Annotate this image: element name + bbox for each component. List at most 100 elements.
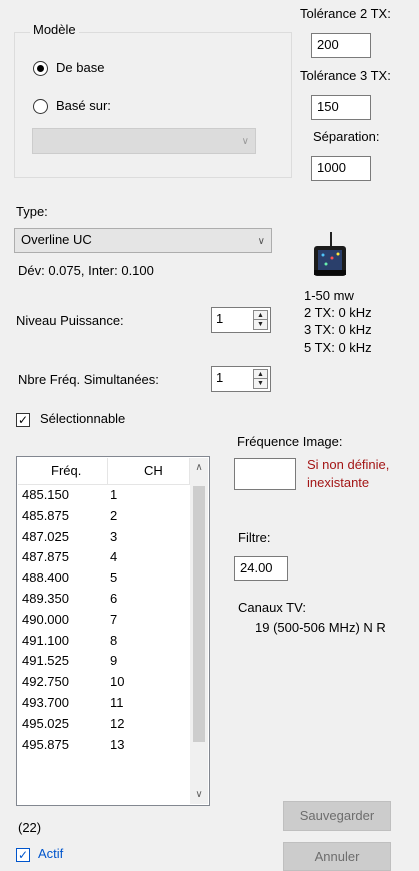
table-row[interactable]: 491.100 8	[17, 631, 189, 652]
spin-buttons[interactable]: ▲ ▼	[253, 369, 268, 389]
list-scrollbar[interactable]: ∧ ∨	[190, 458, 208, 804]
simultaneous-value: 1	[216, 370, 224, 385]
cell-channel: 8	[110, 632, 118, 648]
chevron-down-icon: ∨	[257, 236, 265, 247]
cell-frequency: 487.875	[22, 549, 69, 565]
cell-frequency: 492.750	[22, 674, 69, 690]
table-row[interactable]: 487.875 4	[17, 547, 189, 568]
chevron-down-icon: ∨	[241, 136, 249, 147]
cell-frequency: 489.350	[22, 590, 69, 606]
selectable-checkbox[interactable]: ✓	[16, 413, 30, 427]
power-range: 1-50 mw	[304, 288, 354, 303]
type-dropdown[interactable]: Overline UC ∨	[14, 228, 272, 253]
cell-channel: 2	[110, 507, 118, 523]
cell-channel: 4	[110, 549, 118, 565]
radio-de-base[interactable]	[33, 61, 48, 76]
tx5-info: 5 TX: 0 kHz	[304, 340, 372, 355]
cell-channel: 3	[110, 528, 118, 544]
spin-down-icon[interactable]: ▼	[254, 320, 267, 329]
tolerance-3tx-input[interactable]: 150	[311, 95, 371, 120]
column-header-freq[interactable]: Fréq.	[51, 463, 81, 478]
filter-label: Filtre:	[238, 530, 271, 545]
cell-frequency: 487.025	[22, 528, 69, 544]
table-row[interactable]: 495.025 12	[17, 714, 189, 735]
selectable-label[interactable]: Sélectionnable	[40, 411, 125, 426]
radio-selected-dot	[37, 65, 44, 72]
model-group-title: Modèle	[30, 22, 79, 37]
tolerance-2tx-input[interactable]: 200	[311, 33, 371, 58]
table-row[interactable]: 491.525 9	[17, 651, 189, 672]
cell-channel: 7	[110, 611, 118, 627]
table-row[interactable]: 489.350 6	[17, 589, 189, 610]
simultaneous-stepper[interactable]: 1 ▲ ▼	[211, 366, 271, 392]
table-row[interactable]: 485.875 2	[17, 506, 189, 527]
radio-base-sur-label[interactable]: Basé sur:	[56, 98, 111, 113]
image-frequency-label: Fréquence Image:	[237, 434, 343, 449]
scroll-up-icon[interactable]: ∧	[190, 462, 208, 473]
spin-down-icon[interactable]: ▼	[254, 379, 267, 388]
cell-channel: 9	[110, 653, 118, 669]
active-label[interactable]: Actif	[38, 846, 63, 861]
cell-frequency: 493.700	[22, 694, 69, 710]
list-header: Fréq. CH	[18, 458, 190, 485]
spin-up-icon[interactable]: ▲	[254, 370, 267, 379]
cell-frequency: 491.100	[22, 632, 69, 648]
radio-base-sur[interactable]	[33, 99, 48, 114]
table-row[interactable]: 490.000 7	[17, 610, 189, 631]
active-checkbox[interactable]: ✓	[16, 848, 30, 862]
scroll-down-icon[interactable]: ∨	[190, 789, 208, 800]
power-level-stepper[interactable]: 1 ▲ ▼	[211, 307, 271, 333]
frequency-list[interactable]: Fréq. CH 485.150 1 485.875 2 487.025 3 487.875…	[16, 456, 210, 806]
cell-frequency: 491.525	[22, 653, 69, 669]
tv-channels-label: Canaux TV:	[238, 600, 306, 615]
radio-de-base-label[interactable]: De base	[56, 60, 104, 75]
simultaneous-label: Nbre Fréq. Simultanées:	[18, 372, 159, 387]
tolerance-2tx-label: Tolérance 2 TX:	[300, 6, 391, 21]
table-row[interactable]: 485.150 1	[17, 485, 189, 506]
cell-channel: 5	[110, 570, 118, 586]
cancel-button[interactable]: Annuler	[283, 842, 391, 871]
cell-frequency: 488.400	[22, 570, 69, 586]
table-row[interactable]: 488.400 5	[17, 568, 189, 589]
separation-input[interactable]: 1000	[311, 156, 371, 181]
type-label: Type:	[16, 204, 48, 219]
power-level-label: Niveau Puissance:	[16, 313, 124, 328]
type-dropdown-value: Overline UC	[21, 232, 92, 247]
tx2-info: 2 TX: 0 kHz	[304, 305, 372, 320]
cell-frequency: 485.875	[22, 507, 69, 523]
tv-channels-value: 19 (500-506 MHz) N R	[255, 620, 386, 635]
cell-channel: 6	[110, 590, 118, 606]
image-frequency-input[interactable]	[234, 458, 296, 490]
cell-frequency: 485.150	[22, 487, 69, 502]
cell-frequency: 490.000	[22, 611, 69, 627]
table-row[interactable]: 487.025 3	[17, 527, 189, 548]
column-header-ch[interactable]: CH	[144, 463, 163, 478]
tolerance-3tx-label: Tolérance 3 TX:	[300, 68, 391, 83]
transmitter-device-image	[310, 232, 350, 278]
spin-up-icon[interactable]: ▲	[254, 311, 267, 320]
cell-frequency: 495.875	[22, 736, 69, 752]
checkmark-icon: ✓	[17, 413, 29, 427]
based-on-dropdown[interactable]: ∨	[32, 128, 256, 154]
cell-channel: 13	[110, 736, 125, 752]
table-row[interactable]: 495.875 13	[17, 735, 189, 756]
separation-label: Séparation:	[313, 129, 380, 144]
scroll-thumb[interactable]	[193, 486, 205, 742]
image-frequency-note-2: inexistante	[307, 475, 370, 490]
column-divider[interactable]	[107, 458, 108, 484]
image-frequency-note-1: Si non définie,	[307, 457, 390, 472]
checkmark-icon: ✓	[17, 848, 29, 862]
power-level-value: 1	[216, 311, 224, 326]
frequency-count: (22)	[18, 820, 42, 835]
cell-channel: 10	[110, 674, 125, 690]
list-rows: 485.150 1 485.875 2 487.025 3 487.875 4 488.400 5…	[17, 485, 189, 755]
save-button[interactable]: Sauvegarder	[283, 801, 391, 831]
table-row[interactable]: 492.750 10	[17, 672, 189, 693]
deviation-info: Dév: 0.075, Inter: 0.100	[18, 263, 154, 278]
filter-input[interactable]: 24.00	[234, 556, 288, 581]
cell-channel: 11	[110, 694, 124, 710]
cell-channel: 1	[110, 487, 118, 502]
table-row[interactable]: 493.700 11	[17, 693, 189, 714]
spin-buttons[interactable]: ▲ ▼	[253, 310, 268, 330]
cell-frequency: 495.025	[22, 715, 69, 731]
